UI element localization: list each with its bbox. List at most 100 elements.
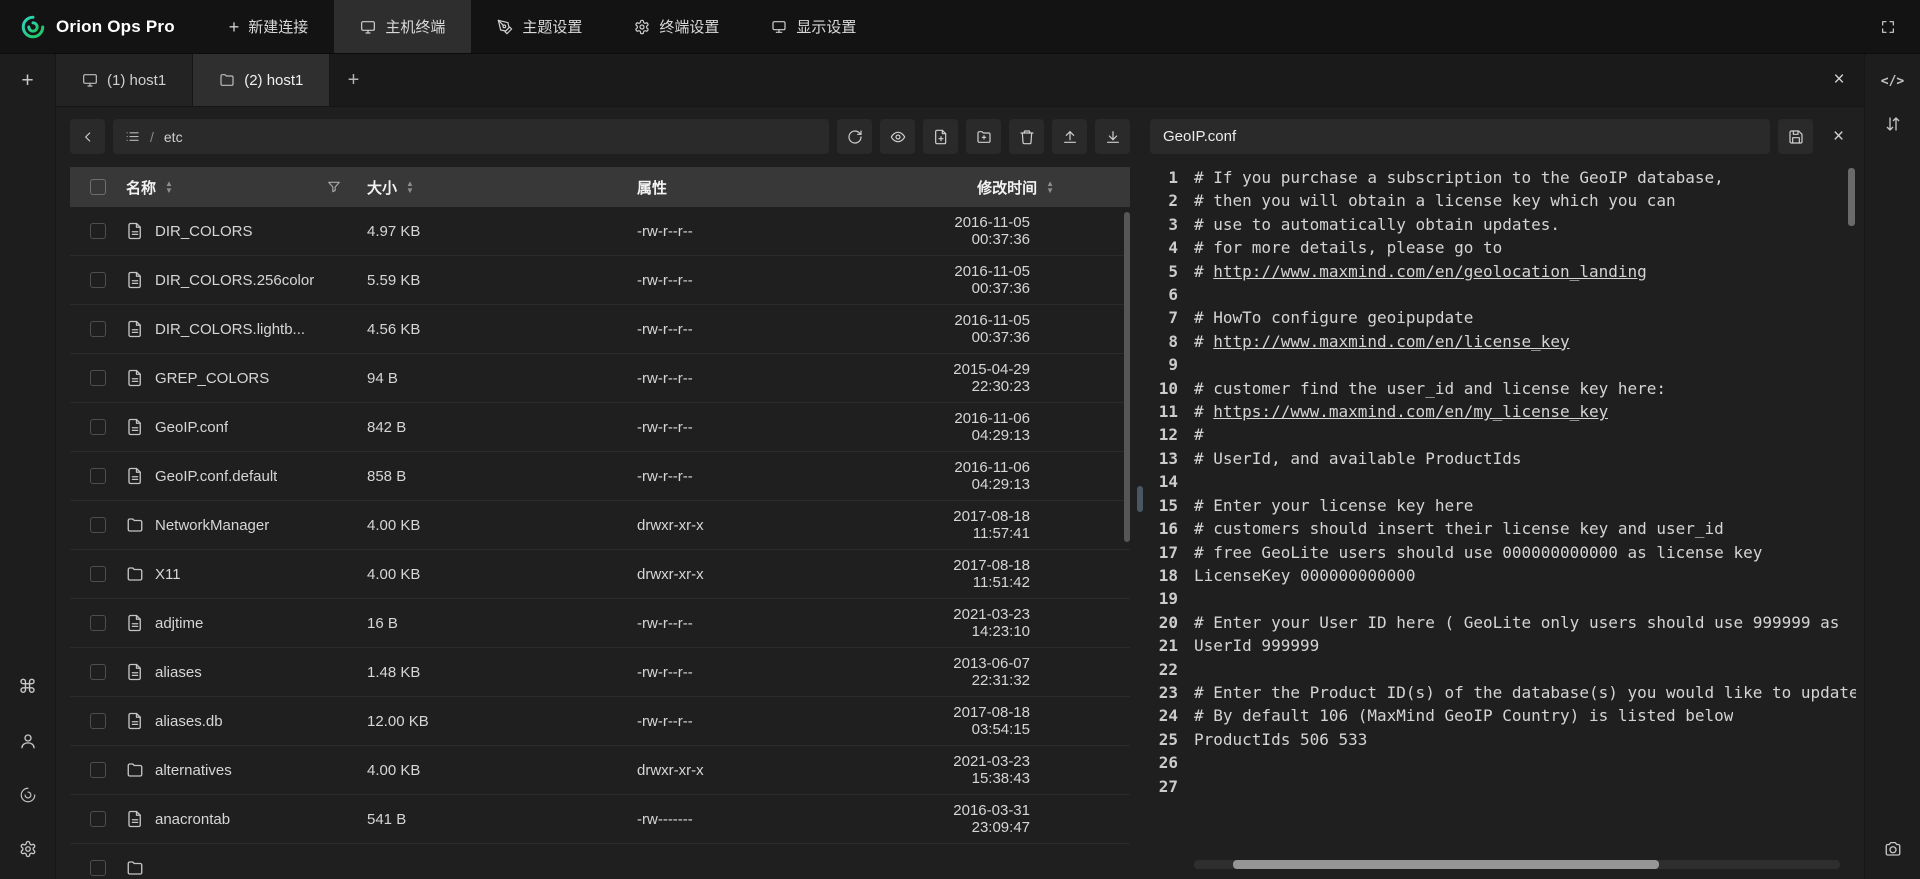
row-checkbox[interactable] — [90, 321, 106, 337]
nav-item-display-settings[interactable]: 显示设置 — [745, 0, 882, 53]
back-button[interactable] — [70, 119, 105, 154]
delete-button[interactable] — [1009, 119, 1044, 154]
theme-toggle-button[interactable] — [10, 777, 46, 813]
file-attrs: -rw-r--r-- — [637, 664, 940, 681]
editor-toggle-button[interactable]: </> — [1875, 63, 1911, 99]
file-mtime: 2013-06-07 22:31:32 — [940, 655, 1130, 689]
save-button[interactable] — [1778, 119, 1813, 154]
table-row[interactable]: aliases.db12.00 KB-rw-r--r--2017-08-18 0… — [70, 697, 1130, 746]
close-editor-button[interactable]: × — [1821, 119, 1856, 154]
table-row[interactable]: DIR_COLORS.256color5.59 KB-rw-r--r--2016… — [70, 256, 1130, 305]
divider-handle[interactable] — [1137, 486, 1143, 512]
nav-item-terminal-settings[interactable]: 终端设置 — [608, 0, 745, 53]
line-number: 25 — [1150, 728, 1194, 751]
header-checkbox[interactable] — [90, 179, 106, 195]
code-icon: </> — [1881, 74, 1904, 89]
nav-item-theme-settings[interactable]: 主题设置 — [471, 0, 608, 53]
download-button[interactable] — [1095, 119, 1130, 154]
top-navbar: Orion Ops Pro + 新建连接 主机终端 主题设置 终端设置 显示设置 — [0, 0, 1920, 54]
tab-host1-terminal[interactable]: (1) host1 — [56, 54, 193, 106]
editor-vertical-scrollbar[interactable] — [1848, 168, 1855, 226]
table-row[interactable]: anacrontab541 B-rw-------2016-03-31 23:0… — [70, 795, 1130, 844]
row-checkbox[interactable] — [90, 860, 106, 876]
filter-icon[interactable] — [327, 180, 341, 194]
screenshot-button[interactable] — [1875, 831, 1911, 867]
close-icon: × — [1833, 126, 1844, 148]
breadcrumb[interactable]: / etc — [113, 119, 829, 154]
file-name: adjtime — [155, 615, 203, 632]
line-number: 1 — [1150, 166, 1194, 189]
add-connection-button[interactable]: + — [10, 62, 46, 98]
upload-button[interactable] — [1052, 119, 1087, 154]
nav-item-host-terminal[interactable]: 主机终端 — [334, 0, 471, 53]
code-line: 13# UserId, and available ProductIds — [1150, 447, 1856, 470]
file-attrs: -rw------- — [637, 811, 940, 828]
new-folder-button[interactable] — [966, 119, 1001, 154]
table-row[interactable]: NetworkManager4.00 KBdrwxr-xr-x2017-08-1… — [70, 501, 1130, 550]
code-link[interactable]: http://www.maxmind.com/en/geolocation_la… — [1213, 262, 1646, 281]
code-line: 8# http://www.maxmind.com/en/license_key — [1150, 330, 1856, 353]
row-checkbox[interactable] — [90, 566, 106, 582]
row-checkbox[interactable] — [90, 370, 106, 386]
swirl-icon — [19, 786, 37, 804]
new-tab-button[interactable]: + — [330, 54, 376, 106]
file-icon — [126, 369, 144, 387]
file-mtime: 2021-03-23 14:23:10 — [940, 606, 1130, 640]
sort-toggle-button[interactable] — [1875, 106, 1911, 142]
table-row[interactable] — [70, 844, 1130, 879]
tab-host1-files[interactable]: (2) host1 — [193, 54, 330, 106]
table-row[interactable]: GREP_COLORS94 B-rw-r--r--2015-04-29 22:3… — [70, 354, 1130, 403]
code-editor[interactable]: 1# If you purchase a subscription to the… — [1150, 166, 1856, 879]
refresh-button[interactable] — [837, 119, 872, 154]
sort-mtime-icon[interactable]: ▲▼ — [1046, 180, 1054, 194]
file-mtime: 2017-08-18 11:57:41 — [940, 508, 1130, 542]
row-checkbox[interactable] — [90, 468, 106, 484]
fullscreen-button[interactable] — [1856, 0, 1920, 53]
preview-button[interactable] — [880, 119, 915, 154]
filename-display[interactable]: GeoIP.conf — [1150, 119, 1770, 154]
sort-name-icon[interactable]: ▲▼ — [165, 180, 173, 194]
path-segment-etc[interactable]: etc — [164, 129, 183, 145]
file-size: 12.00 KB — [367, 713, 637, 730]
editor-horizontal-scrollbar[interactable] — [1194, 860, 1840, 869]
row-checkbox[interactable] — [90, 615, 106, 631]
tab-label: (2) host1 — [244, 72, 303, 89]
table-row[interactable]: GeoIP.conf.default858 B-rw-r--r--2016-11… — [70, 452, 1130, 501]
code-line: 18LicenseKey 000000000000 — [1150, 564, 1856, 587]
table-row[interactable]: X114.00 KBdrwxr-xr-x2017-08-18 11:51:42 — [70, 550, 1130, 599]
file-name: alternatives — [155, 762, 232, 779]
monitor-icon — [82, 72, 98, 88]
row-checkbox[interactable] — [90, 762, 106, 778]
file-size: 1.48 KB — [367, 664, 637, 681]
new-file-button[interactable] — [923, 119, 958, 154]
folder-icon — [126, 565, 144, 583]
table-row[interactable]: GeoIP.conf842 B-rw-r--r--2016-11-06 04:2… — [70, 403, 1130, 452]
table-row[interactable]: DIR_COLORS4.97 KB-rw-r--r--2016-11-05 00… — [70, 207, 1130, 256]
file-table: 名称 ▲▼ 大小 ▲▼ — [70, 167, 1130, 879]
row-checkbox[interactable] — [90, 664, 106, 680]
path-separator: / — [150, 129, 154, 145]
row-checkbox[interactable] — [90, 517, 106, 533]
file-mtime: 2015-04-29 22:30:23 — [940, 361, 1130, 395]
file-name: NetworkManager — [155, 517, 269, 534]
file-icon — [126, 222, 144, 240]
sort-size-icon[interactable]: ▲▼ — [406, 180, 414, 194]
table-row[interactable]: DIR_COLORS.lightb...4.56 KB-rw-r--r--201… — [70, 305, 1130, 354]
row-checkbox[interactable] — [90, 419, 106, 435]
nav-item-new-connection[interactable]: + 新建连接 — [203, 0, 335, 53]
row-checkbox[interactable] — [90, 223, 106, 239]
code-link[interactable]: https://www.maxmind.com/en/my_license_ke… — [1213, 402, 1608, 421]
settings-button[interactable] — [10, 831, 46, 867]
row-checkbox[interactable] — [90, 713, 106, 729]
table-row[interactable]: alternatives4.00 KBdrwxr-xr-x2021-03-23 … — [70, 746, 1130, 795]
row-checkbox[interactable] — [90, 811, 106, 827]
close-tabs-button[interactable]: × — [1814, 54, 1864, 106]
split-divider[interactable] — [1130, 119, 1150, 879]
code-link[interactable]: http://www.maxmind.com/en/license_key — [1213, 332, 1569, 351]
users-button[interactable] — [10, 723, 46, 759]
table-row[interactable]: aliases1.48 KB-rw-r--r--2013-06-07 22:31… — [70, 648, 1130, 697]
command-palette-button[interactable]: ⌘ — [10, 669, 46, 705]
editor-horizontal-scrollbar-thumb[interactable] — [1233, 860, 1659, 869]
table-row[interactable]: adjtime16 B-rw-r--r--2021-03-23 14:23:10 — [70, 599, 1130, 648]
row-checkbox[interactable] — [90, 272, 106, 288]
